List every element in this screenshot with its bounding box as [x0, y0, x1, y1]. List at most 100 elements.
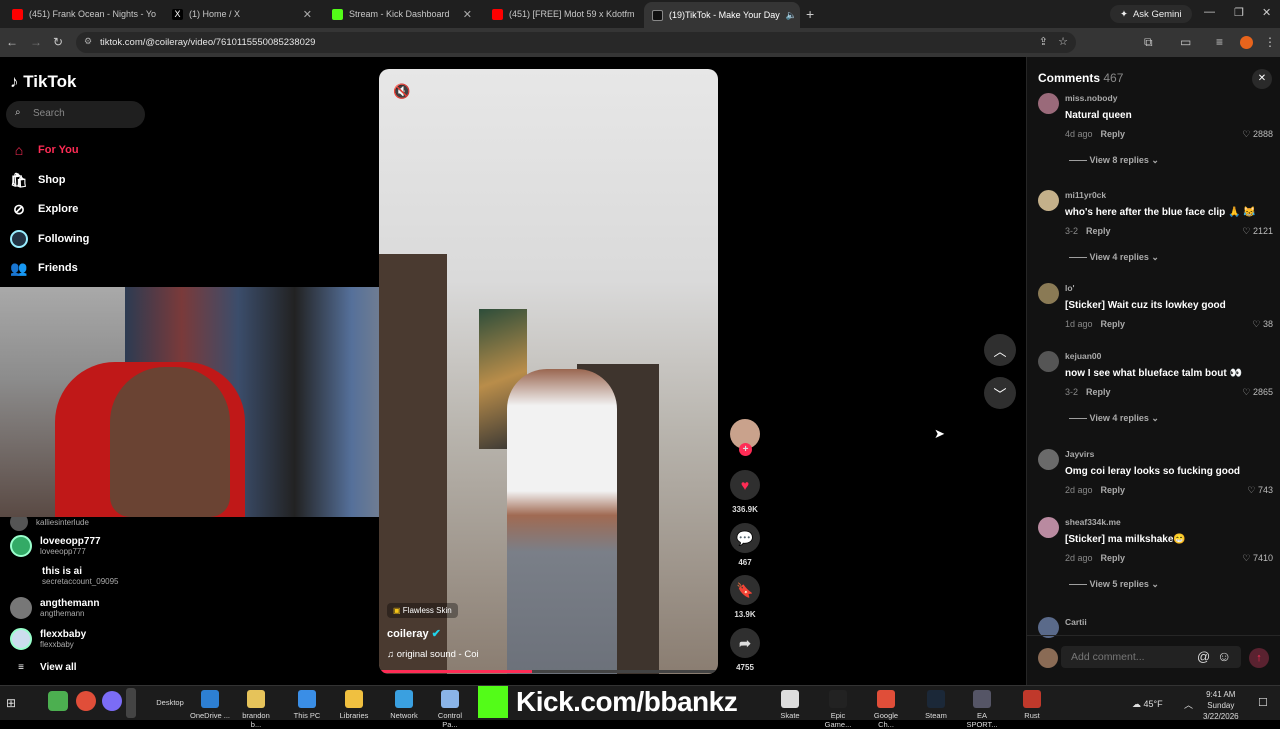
following-item[interactable]: flexxbaby flexxbaby: [10, 628, 86, 650]
nav-shop[interactable]: 🛍 Shop: [10, 171, 65, 189]
comment-like-button[interactable]: ♡ 2888: [1242, 129, 1273, 140]
comment-username[interactable]: lo': [1065, 283, 1075, 293]
taskbar-item[interactable]: Epic Game...: [818, 689, 858, 729]
nav-for-you[interactable]: ⌂ For You: [10, 141, 79, 159]
view-replies-button[interactable]: —— View 4 replies ⌄: [1069, 252, 1159, 263]
taskbar-item[interactable]: Network: [384, 689, 424, 720]
forward-icon[interactable]: →: [30, 35, 42, 49]
new-tab-icon[interactable]: +: [806, 6, 814, 22]
reply-button[interactable]: Reply: [1086, 387, 1111, 397]
save-button[interactable]: 🔖 13.9K: [729, 575, 761, 619]
profile-avatar[interactable]: [1240, 36, 1253, 49]
video-player[interactable]: 🔇 ▣ Flawless Skin coileray ✔ ♫ original …: [379, 69, 718, 674]
extensions-icon[interactable]: ⧉: [1144, 35, 1153, 50]
comment-like-button[interactable]: ♡ 743: [1247, 485, 1273, 496]
reply-button[interactable]: Reply: [1101, 485, 1126, 495]
taskbar-item[interactable]: Control Pa...: [430, 689, 470, 729]
close-comments-button[interactable]: ✕: [1252, 69, 1272, 89]
search-input[interactable]: ⌕ Search: [6, 101, 145, 128]
emoji-icon[interactable]: ☺: [1217, 648, 1231, 664]
reply-button[interactable]: Reply: [1101, 129, 1126, 139]
taskbar-item[interactable]: This PC: [287, 689, 327, 720]
reply-button[interactable]: Reply: [1101, 319, 1126, 329]
comment-button[interactable]: 💬 467: [729, 523, 761, 567]
reload-icon[interactable]: ↻: [53, 35, 63, 49]
previous-video-button[interactable]: ︿: [984, 334, 1016, 366]
weather-widget[interactable]: ☁ 45°F: [1132, 699, 1163, 710]
avatar[interactable]: [1038, 283, 1059, 304]
comment-like-button[interactable]: ♡ 38: [1252, 319, 1273, 330]
sidebar-icon[interactable]: ▭: [1180, 35, 1191, 49]
mention-icon[interactable]: @: [1197, 649, 1210, 664]
bookmark-star-icon[interactable]: ☆: [1058, 35, 1068, 48]
video-progress-bar[interactable]: [379, 670, 718, 673]
browser-tab[interactable]: (451) Frank Ocean - Nights - Yo ✕: [4, 2, 160, 26]
taskbar-item[interactable]: Skate: [770, 689, 810, 720]
tiktok-logo[interactable]: ♪ TikTok: [10, 72, 76, 92]
minimize-icon[interactable]: —: [1204, 6, 1215, 18]
system-clock[interactable]: 9:41 AM Sunday 3/22/2026: [1203, 689, 1239, 722]
maximize-icon[interactable]: ❐: [1234, 6, 1244, 19]
view-all-link[interactable]: ≡ View all: [10, 662, 76, 673]
chrome-icon[interactable]: [76, 691, 96, 711]
taskbar-item[interactable]: Rust: [1012, 689, 1052, 720]
taskbar-item[interactable]: Google Ch...: [866, 689, 906, 729]
browser-tab-active[interactable]: (19)TikTok - Make Your Day 🔈 ✕: [644, 2, 800, 28]
add-comment-input[interactable]: Add comment...: [1061, 646, 1241, 668]
nav-following[interactable]: Following: [10, 230, 89, 248]
video-sound[interactable]: ♫ original sound - Coi: [387, 649, 479, 660]
following-item[interactable]: this is ai secretaccount_09095: [42, 566, 119, 586]
browser-tab[interactable]: X (1) Home / X ✕: [164, 2, 320, 26]
ask-gemini-button[interactable]: ✦ Ask Gemini: [1110, 5, 1192, 23]
site-info-icon[interactable]: ⚙: [84, 36, 92, 47]
following-item[interactable]: angthemann angthemann: [10, 597, 99, 619]
back-icon[interactable]: ←: [6, 35, 18, 49]
install-icon[interactable]: ⇪: [1039, 35, 1048, 48]
tray-chevron-icon[interactable]: ︿: [1184, 698, 1193, 711]
effect-badge[interactable]: ▣ Flawless Skin: [387, 603, 458, 618]
taskbar-item[interactable]: OneDrive ...: [190, 689, 230, 720]
avatar[interactable]: [1038, 93, 1059, 114]
comment-username[interactable]: mi11yr0ck: [1065, 190, 1106, 200]
comment-username[interactable]: Jayvirs: [1065, 449, 1094, 459]
video-author[interactable]: coileray ✔: [387, 627, 441, 640]
comment-username[interactable]: miss.nobody: [1065, 93, 1117, 103]
discord-icon[interactable]: [102, 691, 122, 711]
view-replies-button[interactable]: —— View 4 replies ⌄: [1069, 413, 1159, 424]
browser-tab[interactable]: Stream - Kick Dashboard ✕: [324, 2, 480, 26]
taskbar-item[interactable]: Steam: [916, 689, 956, 720]
avatar[interactable]: [1038, 449, 1059, 470]
share-button[interactable]: ➦ 4755: [729, 628, 761, 672]
close-tab-icon[interactable]: ✕: [463, 8, 472, 21]
menu-icon[interactable]: ⋮: [1264, 35, 1276, 49]
comment-like-button[interactable]: ♡ 2121: [1242, 226, 1273, 237]
muted-icon[interactable]: 🔇: [393, 83, 410, 100]
reply-button[interactable]: Reply: [1086, 226, 1111, 236]
url-input[interactable]: ⚙ tiktok.com/@coileray/video/76101155500…: [76, 32, 1076, 53]
next-video-button[interactable]: ﹀: [984, 377, 1016, 409]
comment-username[interactable]: Cartii: [1065, 617, 1087, 627]
browser-tab[interactable]: (451) [FREE] Mdot 59 x Kdotfm ✕: [484, 2, 640, 26]
taskbar-item[interactable]: brandon b...: [236, 689, 276, 729]
nav-friends[interactable]: 👥 Friends: [10, 259, 77, 277]
close-window-icon[interactable]: ✕: [1262, 6, 1271, 19]
view-replies-button[interactable]: —— View 5 replies ⌄: [1069, 579, 1159, 590]
taskbar-item[interactable]: EA SPORT...: [962, 689, 1002, 729]
taskbar-item[interactable]: Libraries: [334, 689, 374, 720]
following-item[interactable]: loveeopp777 loveeopp777: [10, 535, 101, 557]
xbox-icon[interactable]: [48, 691, 68, 711]
avatar[interactable]: [1038, 351, 1059, 372]
taskbar-item[interactable]: Desktop: [150, 698, 190, 707]
media-icon[interactable]: ≡: [1216, 35, 1223, 49]
avatar[interactable]: [1038, 190, 1059, 211]
scroll-control-icon[interactable]: [126, 688, 136, 718]
notifications-icon[interactable]: ☐: [1258, 696, 1268, 709]
send-icon[interactable]: ↑: [1249, 648, 1269, 668]
reply-button[interactable]: Reply: [1101, 553, 1126, 563]
comment-username[interactable]: kejuan00: [1065, 351, 1101, 361]
windows-start-icon[interactable]: ⊞: [6, 696, 16, 710]
nav-explore[interactable]: ⊘ Explore: [10, 200, 78, 218]
close-tab-icon[interactable]: ✕: [303, 8, 312, 21]
comment-like-button[interactable]: ♡ 7410: [1242, 553, 1273, 564]
comment-like-button[interactable]: ♡ 2865: [1242, 387, 1273, 398]
